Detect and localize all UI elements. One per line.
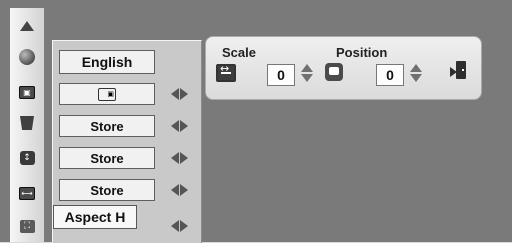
fullscreen-icon: ⛶ bbox=[19, 219, 35, 233]
position-label: Position bbox=[336, 45, 388, 60]
position-value[interactable]: 0 bbox=[376, 64, 404, 86]
menu-row-2[interactable]: Store bbox=[59, 115, 155, 137]
row-2-arrows[interactable] bbox=[167, 118, 191, 134]
left-arrow-icon bbox=[170, 220, 179, 232]
menu-row-2-label: Store bbox=[90, 118, 124, 134]
fullscreen-button[interactable]: ⛶ bbox=[17, 217, 37, 235]
globe-icon bbox=[19, 49, 35, 65]
aspect-tooltip: Aspect H bbox=[53, 205, 137, 229]
menu-row-1[interactable]: ▣ bbox=[59, 83, 155, 105]
scale-stepper[interactable] bbox=[297, 64, 317, 84]
position-stepper[interactable] bbox=[406, 64, 426, 84]
right-arrow-icon bbox=[179, 88, 188, 100]
up-arrow-button[interactable] bbox=[17, 17, 37, 35]
language-label: English bbox=[81, 54, 133, 70]
left-arrow-icon bbox=[170, 184, 179, 196]
keystone-button[interactable] bbox=[17, 114, 37, 132]
right-arrow-icon bbox=[179, 184, 188, 196]
aspect-ratio-button[interactable]: ⟷ bbox=[17, 184, 37, 202]
decrease-icon bbox=[301, 74, 313, 82]
right-arrow-icon bbox=[179, 120, 188, 132]
menu-row-3-label: Store bbox=[90, 150, 124, 166]
right-arrow-icon bbox=[179, 220, 188, 232]
left-arrow-icon bbox=[170, 120, 179, 132]
increase-icon bbox=[301, 64, 313, 72]
row-4-arrows[interactable] bbox=[167, 182, 191, 198]
display-settings-button[interactable]: ▣ bbox=[17, 83, 37, 101]
language-row[interactable]: English bbox=[59, 50, 155, 74]
menu-row-4[interactable]: Store bbox=[59, 179, 155, 201]
left-arrow-icon bbox=[170, 88, 179, 100]
globe-button[interactable] bbox=[17, 48, 37, 66]
scale-position-panel: Scale Position 0 0 bbox=[205, 36, 482, 100]
right-arrow-icon bbox=[179, 152, 188, 164]
vertical-adjust-icon: ↕ bbox=[19, 151, 35, 165]
picture-in-picture-icon: ▣ bbox=[98, 87, 116, 101]
menu-row-4-label: Store bbox=[90, 182, 124, 198]
scale-label: Scale bbox=[222, 45, 256, 60]
position-icon[interactable] bbox=[325, 63, 343, 81]
vertical-adjust-button[interactable]: ↕ bbox=[17, 149, 37, 167]
left-toolbar: ▣ ↕ ⟷ ⛶ bbox=[10, 8, 45, 242]
row-3-arrows[interactable] bbox=[167, 150, 191, 166]
aspect-ratio-icon: ⟷ bbox=[19, 186, 35, 200]
door-icon bbox=[456, 61, 466, 79]
display-settings-icon: ▣ bbox=[19, 85, 35, 99]
menu-row-3[interactable]: Store bbox=[59, 147, 155, 169]
left-arrow-icon bbox=[170, 152, 179, 164]
row-1-arrows[interactable] bbox=[167, 86, 191, 102]
increase-icon bbox=[410, 64, 422, 72]
up-arrow-icon bbox=[20, 21, 34, 31]
scale-value[interactable]: 0 bbox=[267, 64, 295, 86]
keystone-icon bbox=[20, 116, 34, 130]
row-5-arrows[interactable] bbox=[167, 218, 191, 234]
exit-button[interactable] bbox=[450, 61, 468, 81]
scale-icon[interactable] bbox=[216, 62, 236, 82]
decrease-icon bbox=[410, 74, 422, 82]
